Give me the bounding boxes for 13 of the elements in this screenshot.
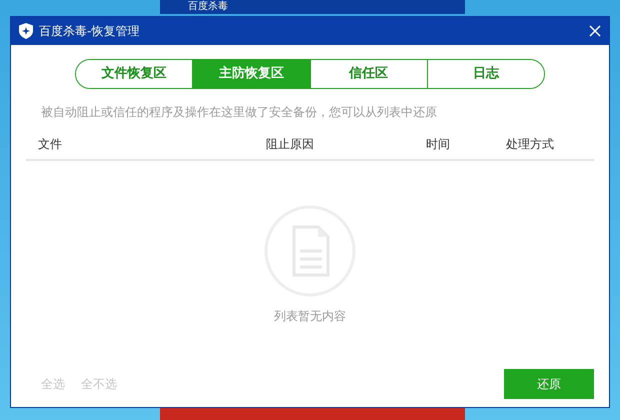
tab[interactable]: 日志 xyxy=(426,60,544,88)
description-text: 被自动阻止或信任的程序及操作在这里做了安全备份，您可以从列表中还原 xyxy=(41,104,438,121)
column-header: 处理方式 xyxy=(506,137,554,151)
column-header: 时间 xyxy=(426,137,450,151)
column-header: 阻止原因 xyxy=(266,137,314,151)
shield-icon xyxy=(19,23,33,39)
restore-button[interactable]: 还原 xyxy=(504,369,594,399)
column-header: 文件 xyxy=(37,137,62,151)
empty-list-text: 列表暂无内容 xyxy=(274,308,346,325)
close-icon[interactable] xyxy=(589,25,601,37)
window-title: 百度杀毒-恢复管理 xyxy=(39,23,140,40)
tab[interactable]: 主防恢复区 xyxy=(192,60,310,88)
background-window-title: 百度杀毒 xyxy=(188,1,228,12)
